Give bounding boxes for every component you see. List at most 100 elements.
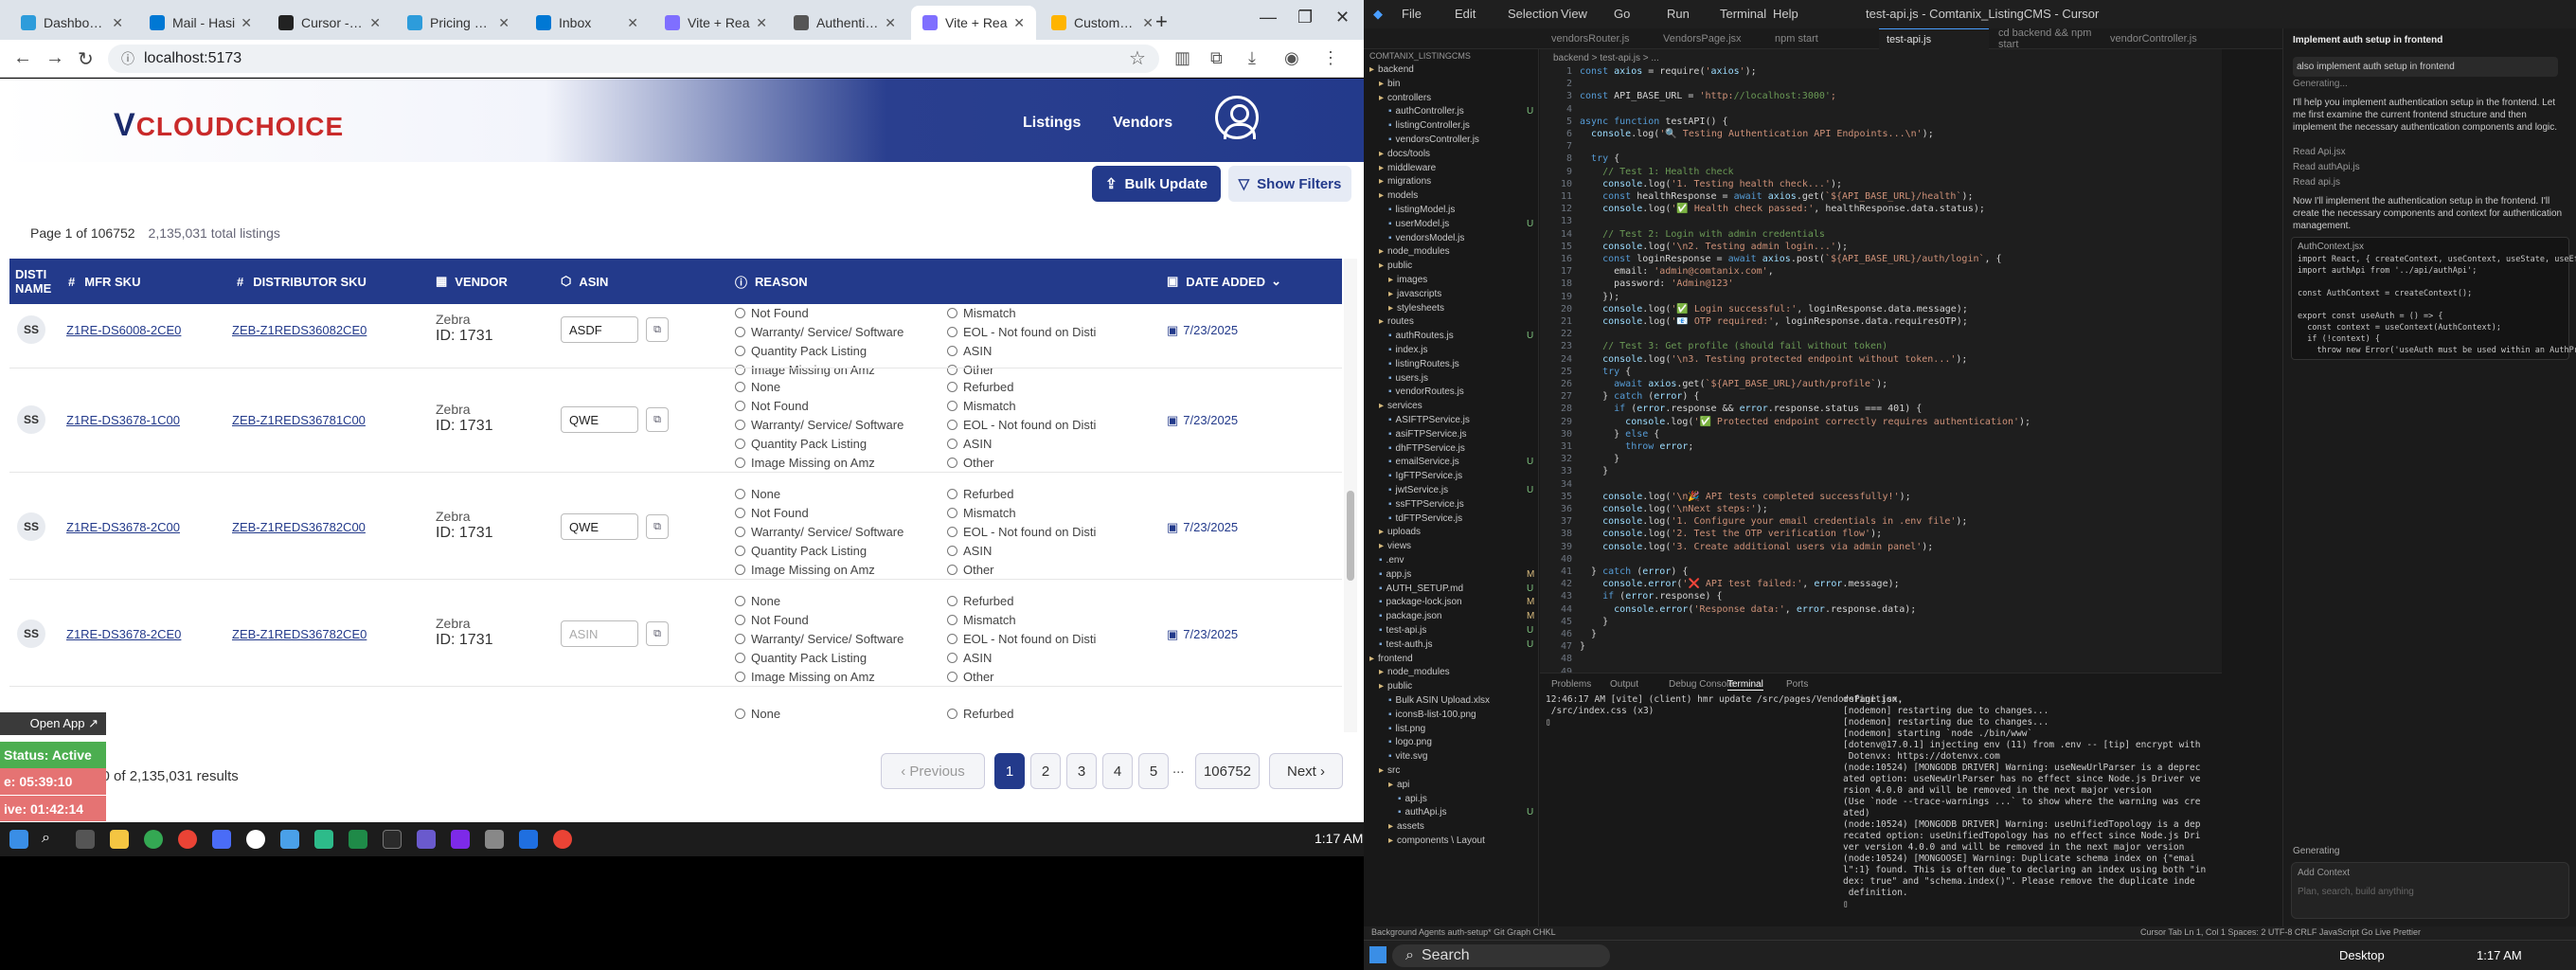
- folder-item[interactable]: ▸ node_modules: [1364, 246, 1539, 260]
- file-item[interactable]: ▪ listingRoutes.js: [1364, 359, 1539, 373]
- distributor-sku-link[interactable]: ZEB-Z1REDS36781C00: [232, 413, 366, 427]
- reason-option[interactable]: None: [735, 380, 780, 394]
- col-asin[interactable]: ⬡ ASIN: [561, 259, 608, 304]
- panel-tab-debug-console[interactable]: Debug Console: [1669, 679, 1734, 690]
- menu-icon[interactable]: ⋮: [1322, 48, 1339, 68]
- app-icon-red[interactable]: [178, 830, 197, 849]
- folder-item[interactable]: ▸ services: [1364, 401, 1539, 415]
- browser-tab-2[interactable]: Cursor - Th ✕: [267, 6, 392, 40]
- site-info-icon[interactable]: ⓘ: [121, 49, 134, 68]
- address-input[interactable]: ⓘ localhost:5173: [108, 45, 1159, 73]
- file-item[interactable]: ▪ logo.png: [1364, 737, 1539, 751]
- file-item[interactable]: ▪ ASIFTPService.js: [1364, 415, 1539, 429]
- page-button-last[interactable]: 106752: [1195, 753, 1260, 789]
- folder-item[interactable]: ▸ components \ Layout: [1364, 835, 1539, 850]
- new-tab-button[interactable]: +: [1155, 9, 1168, 34]
- panel-tab-output[interactable]: Output: [1610, 679, 1638, 690]
- file-item[interactable]: ▪ AUTH_SETUP.md U: [1364, 584, 1539, 598]
- file-item[interactable]: ▪ ssFTPService.js: [1364, 499, 1539, 513]
- col-vendor[interactable]: ▦ VENDOR: [436, 259, 508, 304]
- show-filters-button[interactable]: ▽ Show Filters: [1228, 166, 1351, 202]
- file-item[interactable]: ▪ vendorsController.js: [1364, 135, 1539, 149]
- col-date-added[interactable]: ▣ DATE ADDED ⌄: [1167, 259, 1281, 304]
- tab-close-icon[interactable]: ✕: [369, 15, 381, 31]
- file-item[interactable]: ▪ emailService.js U: [1364, 457, 1539, 471]
- folder-item[interactable]: ▸ migrations: [1364, 176, 1539, 190]
- file-item[interactable]: ▪ app.js M: [1364, 569, 1539, 584]
- copy-icon[interactable]: ⧉: [646, 317, 669, 342]
- file-item[interactable]: ▪ Bulk ASIN Upload.xlsx: [1364, 695, 1539, 710]
- previous-page-button[interactable]: ‹ Previous: [881, 753, 985, 789]
- editor-tab-5[interactable]: vendorController.js: [2102, 28, 2212, 49]
- chat-add-context[interactable]: Add Context: [2298, 867, 2572, 879]
- reason-option[interactable]: Image Missing on Amz: [735, 670, 875, 684]
- file-item[interactable]: ▪ iconsB-list-100.png: [1364, 710, 1539, 724]
- panel-tab-problems[interactable]: Problems: [1551, 679, 1591, 690]
- copy-icon[interactable]: ⧉: [646, 621, 669, 646]
- menu-terminal[interactable]: Terminal: [1720, 7, 1766, 21]
- next-page-button[interactable]: Next ›: [1269, 753, 1343, 789]
- onenote-icon[interactable]: [451, 830, 470, 849]
- editor-tab-0[interactable]: vendorsRouter.js: [1544, 28, 1654, 49]
- download-icon[interactable]: ⤓: [1248, 48, 1256, 68]
- editor-tab-2[interactable]: npm start: [1767, 28, 1877, 49]
- reason-option[interactable]: Warranty/ Service/ Software: [735, 632, 903, 646]
- menu-edit[interactable]: Edit: [1455, 7, 1476, 21]
- reason-option[interactable]: EOL - Not found on Disti: [947, 418, 1096, 432]
- code-editor[interactable]: backend > test-api.js > ... 1 const axios…: [1540, 49, 2396, 677]
- editor-tab-1[interactable]: VendorsPage.jsx: [1655, 28, 1765, 49]
- mfr-sku-link[interactable]: Z1RE-DS3678-1C00: [66, 413, 180, 427]
- file-item[interactable]: ▪ test-auth.js U: [1364, 639, 1539, 654]
- browser-tab-3[interactable]: Pricing CM ✕: [396, 6, 521, 40]
- folder-item[interactable]: ▸ models: [1364, 190, 1539, 205]
- chrome-icon[interactable]: [144, 830, 163, 849]
- reason-option[interactable]: None: [735, 594, 780, 608]
- app-icon-grey[interactable]: [485, 830, 504, 849]
- file-item[interactable]: ▪ users.js: [1364, 373, 1539, 387]
- mfr-sku-link[interactable]: Z1RE-DS3678-2CE0: [66, 627, 181, 641]
- reason-option[interactable]: Refurbed: [947, 707, 1013, 721]
- page-button-5[interactable]: 5: [1138, 753, 1169, 789]
- browser-tab-6[interactable]: Authenticat ✕: [782, 6, 907, 40]
- nav-listings[interactable]: Listings: [1023, 115, 1081, 132]
- file-item[interactable]: ▪ api.js: [1364, 794, 1539, 808]
- user-avatar-icon[interactable]: [1215, 96, 1259, 139]
- app-icon-white[interactable]: [246, 830, 265, 849]
- tab-close-icon[interactable]: ✕: [241, 15, 252, 31]
- search-icon[interactable]: ⌕: [42, 830, 61, 849]
- file-item[interactable]: ▪ tdFTPService.js: [1364, 513, 1539, 528]
- reason-option[interactable]: Other: [947, 456, 994, 470]
- folder-item[interactable]: ▸ stylesheets: [1364, 303, 1539, 317]
- extension-icon[interactable]: ▥: [1174, 48, 1190, 68]
- reason-option[interactable]: Image Missing on Amz: [735, 456, 875, 470]
- col-disti-name[interactable]: DISTI NAME: [15, 259, 63, 304]
- chrome-icon-2[interactable]: [553, 830, 572, 849]
- close-icon[interactable]: ✕: [1335, 8, 1350, 27]
- forward-icon[interactable]: →: [45, 47, 64, 69]
- distributor-sku-link[interactable]: ZEB-Z1REDS36082CE0: [232, 323, 367, 337]
- reason-option[interactable]: Warranty/ Service/ Software: [735, 418, 903, 432]
- nav-vendors[interactable]: Vendors: [1113, 115, 1172, 132]
- windows-start-icon-2[interactable]: [1369, 946, 1386, 963]
- copy-icon[interactable]: ⧉: [646, 514, 669, 539]
- reason-option[interactable]: None: [735, 487, 780, 501]
- cursor-app-icon[interactable]: [383, 830, 402, 849]
- tab-close-icon[interactable]: ✕: [1142, 15, 1154, 31]
- folder-item[interactable]: ▸ uploads: [1364, 527, 1539, 541]
- col-distributor-sku[interactable]: # DISTRIBUTOR SKU: [237, 259, 367, 304]
- reason-option[interactable]: Other: [947, 670, 994, 684]
- menu-view[interactable]: View: [1561, 7, 1587, 21]
- tab-close-icon[interactable]: ✕: [885, 15, 896, 31]
- brand-logo[interactable]: VCLOUDCHOICE: [114, 107, 344, 144]
- folder-item[interactable]: ▸ javascripts: [1364, 289, 1539, 303]
- menu-file[interactable]: File: [1402, 7, 1422, 21]
- folder-item[interactable]: ▸ public: [1364, 681, 1539, 695]
- folder-item[interactable]: ▸ frontend: [1364, 654, 1539, 668]
- distributor-sku-link[interactable]: ZEB-Z1REDS36782C00: [232, 520, 366, 534]
- file-item[interactable]: ▪ package-lock.json M: [1364, 597, 1539, 611]
- panel-tab-terminal[interactable]: Terminal: [1727, 679, 1763, 691]
- panel-tab-ports[interactable]: Ports: [1786, 679, 1808, 690]
- app-icon-blue[interactable]: [212, 830, 231, 849]
- folder-item[interactable]: ▸ src: [1364, 765, 1539, 780]
- editor-tab-4[interactable]: cd backend && npm start: [1991, 27, 2101, 50]
